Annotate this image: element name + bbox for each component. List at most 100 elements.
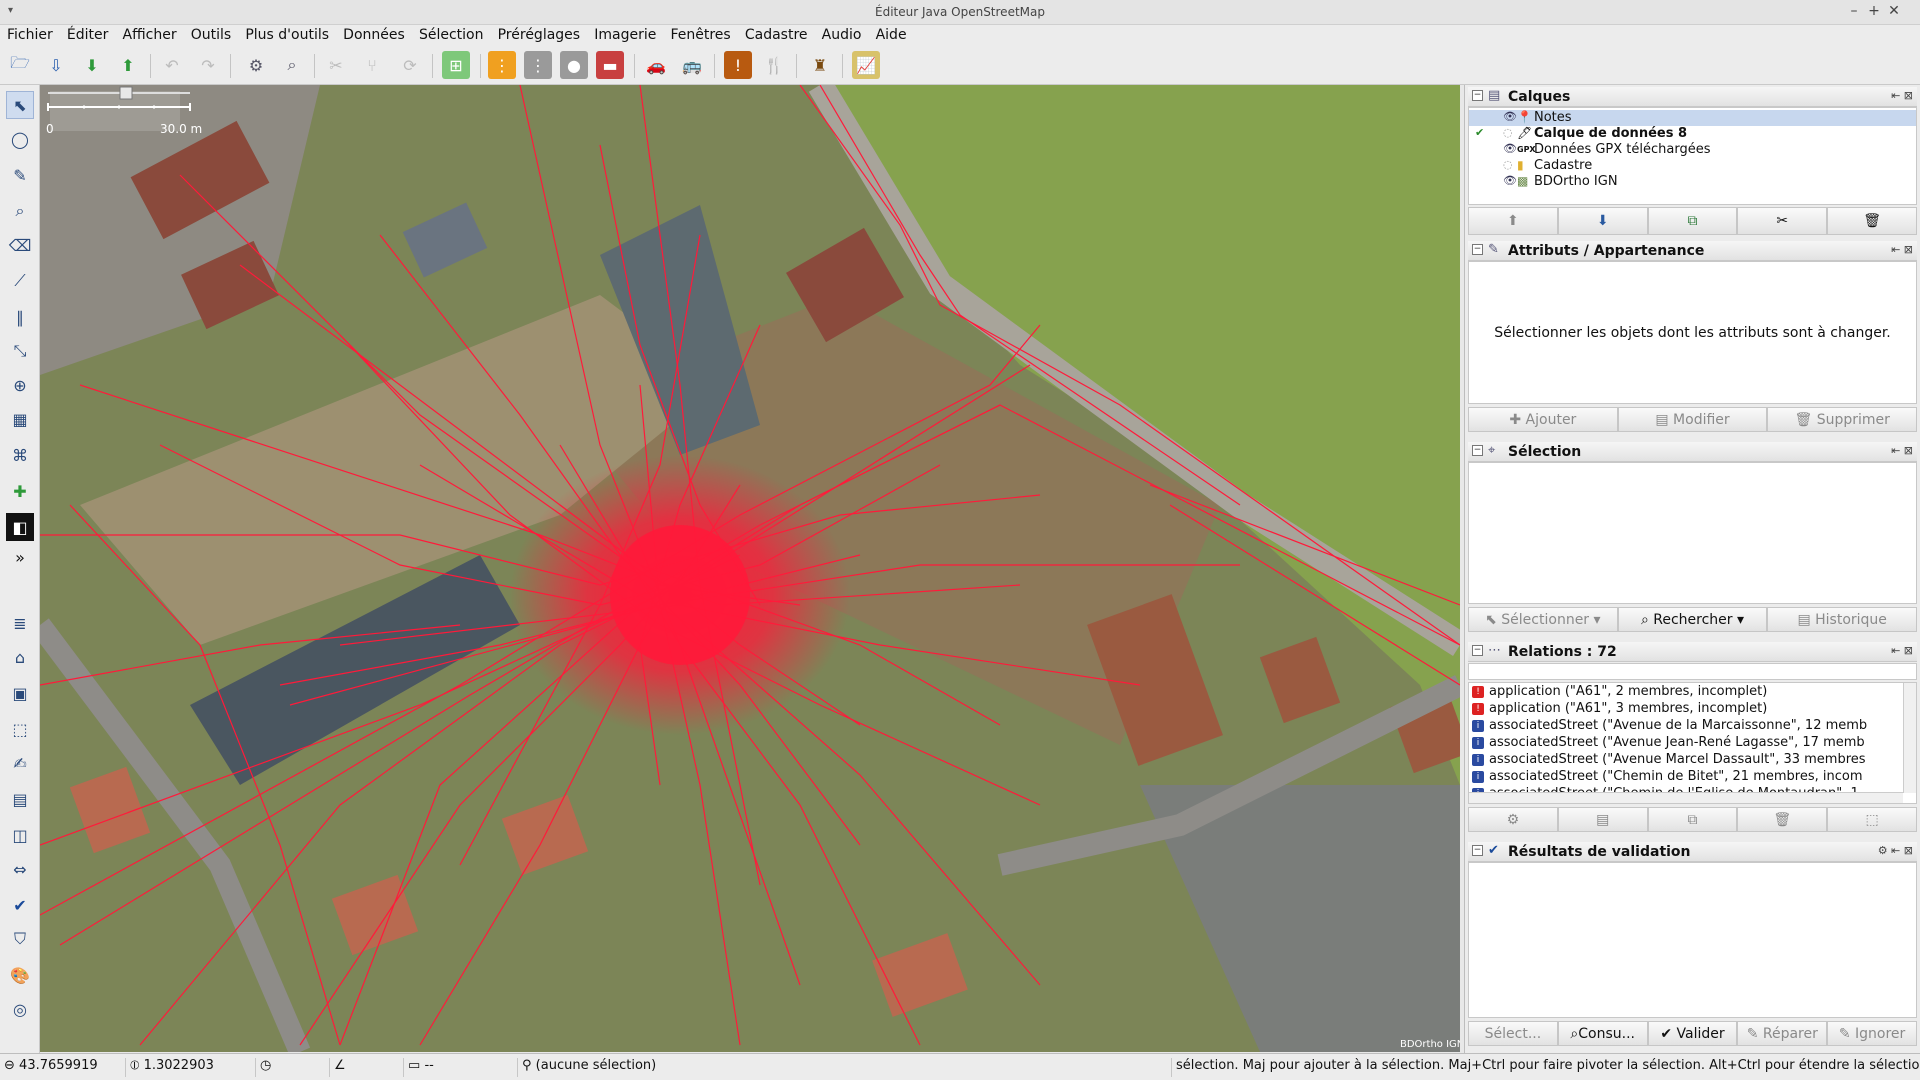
menu-preglages[interactable]: Préréglages <box>493 25 585 43</box>
layer-item-bdortho[interactable]: 👁 ▩ BDOrtho IGN <box>1469 174 1916 190</box>
relations-hscrollbar[interactable] <box>1469 792 1903 803</box>
collapse-icon[interactable]: − <box>1472 244 1483 255</box>
select-tool-icon[interactable]: ⬉ <box>6 91 34 119</box>
relations-vscrollbar[interactable] <box>1903 683 1916 793</box>
menu-imagerie[interactable]: Imagerie <box>589 25 661 43</box>
panel-notes-icon[interactable]: ⇔ <box>6 855 34 883</box>
edit-tag-button[interactable]: ▤ Modifier <box>1617 407 1768 432</box>
layer-item-data[interactable]: ✔ ◌ 🖊 Calque de données 8 <box>1469 126 1916 142</box>
validation-panel-header[interactable]: − ✔ Résultats de validation ⚙ ⇤ ⊠ <box>1468 842 1917 862</box>
menu-cadastre[interactable]: Cadastre <box>740 25 813 43</box>
delete-tool-icon[interactable]: ⌫ <box>6 231 34 259</box>
car-preset-icon[interactable]: 🚗 <box>642 51 670 79</box>
merge-icon[interactable]: ⑂ <box>358 51 386 79</box>
relation-delete-icon[interactable]: 🗑 <box>1737 807 1828 832</box>
more-tools-icon[interactable]: » <box>6 543 34 571</box>
menu-afficher[interactable]: Afficher <box>118 25 182 43</box>
eye-icon[interactable]: 👁 <box>1503 174 1517 187</box>
building-preset-icon[interactable]: ▬ <box>596 51 624 79</box>
map-view[interactable]: 0 30.0 m BDOrtho IGN <box>40 85 1460 1052</box>
ignore-button[interactable]: ✎ Ignorer <box>1827 1021 1917 1046</box>
collapse-icon[interactable]: − <box>1472 645 1483 656</box>
validation-lookup-button[interactable]: ⌕ Consu... <box>1557 1021 1648 1046</box>
download-icon[interactable]: ⬇ <box>78 51 106 79</box>
parallel-tool-icon[interactable]: ∥ <box>6 303 34 331</box>
open-location-icon[interactable]: ⇩ <box>42 51 70 79</box>
menu-selection[interactable]: Sélection <box>414 25 489 43</box>
building-tool-icon[interactable]: ▦ <box>6 405 34 433</box>
panel-relations-icon[interactable]: ⬚ <box>6 715 34 743</box>
selection-list[interactable] <box>1468 462 1917 604</box>
panel-controls-icon[interactable]: ⇤ ⊠ <box>1891 444 1913 457</box>
menu-plus-outils[interactable]: Plus d'outils <box>240 25 334 43</box>
relation-settings-icon[interactable]: ⚙ <box>1468 807 1558 832</box>
add-node-tool-icon[interactable]: ⊕ <box>6 371 34 399</box>
minimize-button[interactable]: – <box>1846 3 1862 19</box>
relations-filter-input[interactable] <box>1468 663 1917 680</box>
hazard-preset-icon[interactable]: ! <box>724 51 752 79</box>
panel-controls-icon[interactable]: ⇤ ⊠ <box>1891 89 1913 102</box>
list-item[interactable]: ! application ("A61", 2 membres, incomple… <box>1469 684 1916 701</box>
layer-item-notes[interactable]: 👁 📍 Notes <box>1469 110 1916 126</box>
panel-layers-icon[interactable]: ≣ <box>6 609 34 637</box>
road-preset-icon[interactable]: ⋮ <box>488 51 516 79</box>
validation-select-button[interactable]: Sélect... <box>1468 1021 1558 1046</box>
history-button[interactable]: ▤ Historique <box>1767 607 1918 632</box>
duplicate-layer-icon[interactable]: ✂ <box>1737 207 1828 235</box>
list-item[interactable]: i associatedStreet ("Avenue Jean-René Lag… <box>1469 735 1916 752</box>
imagery-icon[interactable]: ⊞ <box>442 51 470 79</box>
eye-icon[interactable]: 👁 <box>1503 142 1517 155</box>
panel-tags-icon[interactable]: ⌂ <box>6 643 34 671</box>
validate-button[interactable]: ✔ Valider <box>1647 1021 1738 1046</box>
eye-icon[interactable]: ◌ <box>1503 158 1513 171</box>
panel-map-paint-icon[interactable]: 🎨 <box>6 961 34 989</box>
relation-select-icon[interactable]: ⬚ <box>1827 807 1917 832</box>
delete-layer-icon[interactable]: 🗑 <box>1827 207 1917 235</box>
collapse-icon[interactable]: − <box>1472 445 1483 456</box>
redo-icon[interactable]: ↷ <box>194 51 222 79</box>
fix-button[interactable]: ✎ Réparer <box>1737 1021 1828 1046</box>
eye-icon[interactable]: ◌ <box>1503 126 1513 139</box>
street-preset-icon[interactable]: ⋮ <box>524 51 552 79</box>
menu-fichier[interactable]: Fichier <box>2 25 58 43</box>
menu-outils[interactable]: Outils <box>186 25 236 43</box>
relations-list[interactable]: ! application ("A61", 2 membres, incomple… <box>1468 682 1917 804</box>
layer-toggle-icon[interactable]: ◧ <box>6 513 34 541</box>
search-button[interactable]: ⌕ Rechercher ▾ <box>1617 607 1768 632</box>
collapse-icon[interactable]: − <box>1472 845 1483 856</box>
panel-minimap-icon[interactable]: ◎ <box>6 995 34 1023</box>
list-item[interactable]: ! application ("A61", 3 membres, incomple… <box>1469 701 1916 718</box>
layers-panel-header[interactable]: − ▤ Calques ⇤ ⊠ <box>1468 87 1917 107</box>
panel-controls-icon[interactable]: ⇤ ⊠ <box>1891 243 1913 256</box>
attributes-panel-header[interactable]: − ✎ Attributs / Appartenance ⇤ ⊠ <box>1468 241 1917 261</box>
join-tool-icon[interactable]: ⌘ <box>6 441 34 469</box>
layer-item-gpx[interactable]: 👁 GPX Données GPX téléchargées <box>1469 142 1916 158</box>
panel-controls-icon[interactable]: ⇤ ⊠ <box>1891 644 1913 657</box>
zoom-icon[interactable]: ⌕ <box>278 51 306 79</box>
collapse-icon[interactable]: − <box>1472 90 1483 101</box>
close-window-button[interactable]: ✕ <box>1886 3 1902 19</box>
add-tag-button[interactable]: ✚ Ajouter <box>1468 407 1618 432</box>
move-down-icon[interactable]: ⬇ <box>1557 207 1648 235</box>
eye-icon[interactable]: 👁 <box>1503 110 1517 123</box>
panel-filter-icon[interactable]: ▤ <box>6 785 34 813</box>
menu-editer[interactable]: Éditer <box>62 25 113 43</box>
lasso-tool-icon[interactable]: ◯ <box>6 125 34 153</box>
delete-tag-button[interactable]: 🗑 Supprimer <box>1767 407 1918 432</box>
traffic-light-preset-icon[interactable]: ● <box>560 51 588 79</box>
panel-validation-icon[interactable]: ✔ <box>6 891 34 919</box>
relations-panel-header[interactable]: − ⋯ Relations : 72 ⇤ ⊠ <box>1468 642 1917 662</box>
list-item[interactable]: i associatedStreet ("Avenue Marcel Dassau… <box>1469 752 1916 769</box>
maximize-button[interactable]: + <box>1866 3 1882 19</box>
bus-preset-icon[interactable]: 🚌 <box>678 51 706 79</box>
validation-list[interactable] <box>1468 862 1917 1018</box>
map-canvas[interactable]: 0 30.0 m BDOrtho IGN <box>40 85 1460 1052</box>
menu-donnees[interactable]: Données <box>338 25 410 43</box>
split-icon[interactable]: ✂ <box>322 51 350 79</box>
selection-panel-header[interactable]: − ⌖ Sélection ⇤ ⊠ <box>1468 442 1917 462</box>
upload-icon[interactable]: ⬆ <box>114 51 142 79</box>
select-button[interactable]: ⬉ Sélectionner ▾ <box>1468 607 1618 632</box>
merge-layer-icon[interactable]: ⧉ <box>1647 207 1738 235</box>
relation-edit-icon[interactable]: ▤ <box>1557 807 1648 832</box>
restaurant-preset-icon[interactable]: 🍴 <box>760 51 788 79</box>
